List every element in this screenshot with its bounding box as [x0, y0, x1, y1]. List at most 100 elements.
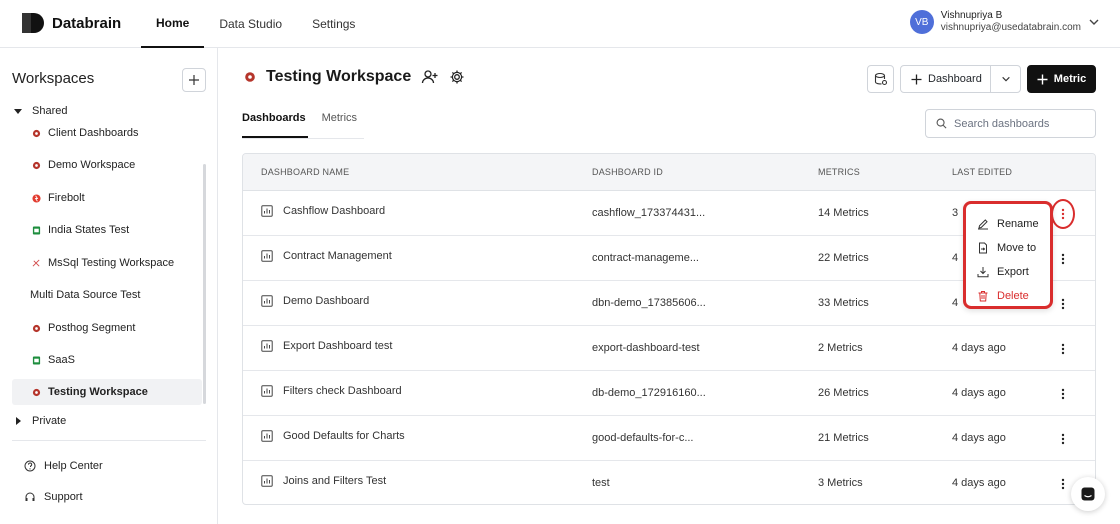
add-user-icon[interactable]: [421, 69, 439, 85]
nav-data-studio[interactable]: Data Studio: [204, 0, 297, 48]
dashboard-id: cashflow_173374431...: [592, 207, 706, 219]
search-input[interactable]: [954, 117, 1084, 130]
sidebar-item-label: Client Dashboards: [48, 127, 139, 139]
table-header: DASHBOARD NAME DASHBOARD ID METRICS LAST…: [243, 154, 1095, 191]
last-edited: 4: [952, 252, 959, 264]
more-vertical-icon: [1061, 388, 1065, 400]
more-vertical-icon: [1061, 433, 1065, 445]
row-menu-button[interactable]: [1053, 474, 1073, 494]
nav-settings[interactable]: Settings: [297, 0, 370, 48]
add-metric-button[interactable]: Metric: [1027, 65, 1096, 93]
add-dashboard-button[interactable]: Dashboard: [901, 66, 992, 92]
avatar: VB: [909, 10, 934, 34]
more-vertical-icon: [1061, 253, 1065, 265]
tab-dashboards[interactable]: Dashboards: [242, 106, 308, 138]
private-group-toggle[interactable]: Private: [14, 415, 66, 427]
last-edited: 4 days ago: [952, 387, 1006, 399]
menu-item-export[interactable]: Export: [966, 260, 1050, 284]
help-center-label: Help Center: [44, 460, 103, 472]
dashboard-name[interactable]: Cashflow Dashboard: [283, 205, 385, 217]
firebolt-icon: [32, 193, 41, 203]
chevron-down-icon: [1001, 76, 1010, 82]
plus-icon: [1037, 74, 1048, 84]
sidebar-item-demo-workspace[interactable]: Demo Workspace: [12, 152, 202, 178]
row-menu-button[interactable]: [1053, 384, 1073, 404]
metrics-count: 3 Metrics: [818, 477, 863, 489]
sidebar-item-client-dashboards[interactable]: Client Dashboards: [12, 120, 202, 146]
search-icon: [936, 118, 947, 129]
sidebar-item-mssql-testing-workspace[interactable]: MsSql Testing Workspace: [12, 250, 202, 276]
column-header-last-edited[interactable]: LAST EDITED: [952, 167, 1012, 177]
row-menu-button[interactable]: [1053, 294, 1073, 314]
column-header-name[interactable]: DASHBOARD NAME: [261, 167, 349, 177]
column-header-metrics[interactable]: METRICS: [818, 167, 860, 177]
table-row[interactable]: Joins and Filters Test test 3 Metrics 4 …: [243, 461, 1095, 504]
dashboard-button-label: Dashboard: [928, 73, 982, 85]
row-menu-button[interactable]: [1053, 249, 1073, 269]
dashboard-id: db-demo_172916160...: [592, 387, 706, 399]
last-edited: 3: [952, 207, 959, 219]
help-center-link[interactable]: Help Center: [24, 460, 103, 472]
sidebar-item-testing-workspace[interactable]: Testing Workspace: [12, 379, 202, 405]
support-link[interactable]: Support: [24, 491, 83, 503]
menu-item-delete[interactable]: Delete: [966, 284, 1050, 308]
sidebar-item-label: Posthog Segment: [48, 322, 136, 334]
metrics-count: 22 Metrics: [818, 252, 869, 264]
dashboard-id: contract-manageme...: [592, 252, 699, 264]
dashboard-name[interactable]: Good Defaults for Charts: [283, 430, 405, 442]
table-row[interactable]: Good Defaults for Charts good-defaults-f…: [243, 416, 1095, 461]
workspace-icon: [32, 388, 41, 396]
page-header: Testing Workspace: [244, 68, 465, 86]
last-edited: 4 days ago: [952, 432, 1006, 444]
gear-icon[interactable]: [449, 69, 465, 85]
help-icon: [24, 460, 36, 472]
caret-right-icon: [16, 417, 21, 425]
row-menu-button[interactable]: [1053, 429, 1073, 449]
nav-home[interactable]: Home: [141, 0, 205, 48]
menu-item-move-to[interactable]: Move to: [966, 236, 1050, 260]
app-name: Databrain: [52, 14, 122, 32]
user-menu[interactable]: VB Vishnupriya B vishnupriya@usedatabrai…: [909, 10, 1100, 34]
sidebar-item-india-states-test[interactable]: India States Test: [12, 217, 202, 243]
metrics-count: 21 Metrics: [818, 432, 869, 444]
logo[interactable]: Databrain: [22, 11, 121, 35]
dashboard-icon: [261, 385, 273, 397]
dashboard-name[interactable]: Contract Management: [283, 250, 392, 262]
main-content: Testing Workspace Dashboard Metric Dashb…: [218, 48, 1120, 524]
last-edited: 4 days ago: [952, 342, 1006, 354]
row-menu-button[interactable]: [1053, 339, 1073, 359]
table-row[interactable]: Export Dashboard test export-dashboard-t…: [243, 326, 1095, 371]
dashboard-name[interactable]: Joins and Filters Test: [283, 475, 386, 487]
shared-group-toggle[interactable]: Shared: [14, 105, 67, 117]
dashboard-icon: [261, 475, 273, 487]
sidebar-item-firebolt[interactable]: Firebolt: [12, 185, 202, 211]
table-row[interactable]: Filters check Dashboard db-demo_17291616…: [243, 371, 1095, 416]
chat-widget-button[interactable]: [1071, 477, 1105, 511]
dashboard-name[interactable]: Demo Dashboard: [283, 295, 369, 307]
add-workspace-button[interactable]: [182, 68, 206, 92]
metrics-count: 33 Metrics: [818, 297, 869, 309]
sidebar-item-saas[interactable]: SaaS: [12, 347, 202, 373]
column-header-id[interactable]: DASHBOARD ID: [592, 167, 663, 177]
row-menu-button-active[interactable]: [1051, 199, 1075, 229]
workspace-icon: [32, 324, 41, 332]
dashboard-icon: [261, 295, 273, 307]
dashboard-name[interactable]: Export Dashboard test: [283, 340, 392, 352]
chevron-down-icon: [1089, 19, 1099, 25]
dashboard-icon: [261, 340, 273, 352]
dashboard-name[interactable]: Filters check Dashboard: [283, 385, 402, 397]
support-label: Support: [44, 491, 83, 503]
more-vertical-icon: [1061, 208, 1065, 220]
sidebar-item-multi-data-source-test[interactable]: Multi Data Source Test: [12, 282, 202, 308]
dashboard-dropdown-toggle[interactable]: [991, 66, 1020, 92]
sidebar-item-label: SaaS: [48, 354, 75, 366]
sidebar-title: Workspaces: [12, 70, 95, 87]
more-vertical-icon: [1061, 298, 1065, 310]
search-box[interactable]: [925, 109, 1096, 138]
shared-group-label: Shared: [32, 105, 68, 117]
tab-metrics[interactable]: Metrics: [322, 106, 365, 138]
sidebar-scrollbar[interactable]: [203, 164, 206, 404]
datasource-button[interactable]: [867, 65, 894, 93]
menu-item-rename[interactable]: Rename: [966, 212, 1050, 236]
sidebar-item-posthog-segment[interactable]: Posthog Segment: [12, 315, 202, 341]
